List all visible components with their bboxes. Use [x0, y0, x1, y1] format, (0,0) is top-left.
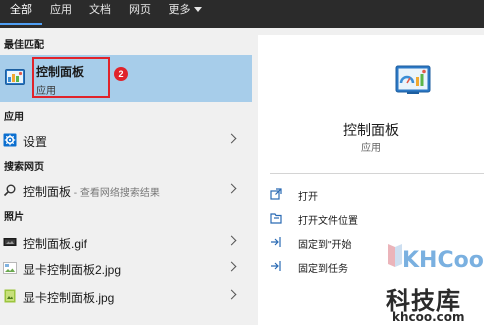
watermark-domain: khcoo.com [392, 310, 465, 324]
section-best-match: 最佳匹配 [4, 40, 44, 51]
action-label: 固定到"开始 [298, 240, 352, 251]
tab-documents[interactable]: 文档 [80, 0, 120, 28]
web-search-text: 控制面板 - 查看网络搜索结果 [23, 183, 160, 200]
image-file-icon [3, 238, 17, 246]
pin-icon [271, 237, 281, 247]
tab-apps-label: 应用 [50, 4, 72, 16]
watermark-brand: KHCoo [402, 248, 484, 273]
tab-more-label: 更多 [168, 4, 191, 16]
web-search-suffix: - 查看网络搜索结果 [71, 188, 160, 199]
chevron-right-icon[interactable] [226, 133, 237, 144]
image-file-icon [3, 262, 17, 274]
section-apps: 应用 [4, 112, 24, 123]
photo-item-label: 控制面板.gif [23, 237, 88, 251]
tab-more[interactable]: 更多 [160, 0, 210, 28]
chevron-right-icon[interactable] [226, 235, 237, 246]
highlight-box [32, 57, 110, 98]
detail-subtitle: 应用 [361, 143, 381, 154]
khcoo-watermark-logo: KHCoo 科技库 khcoo.com [386, 232, 484, 325]
tab-documents-label: 文档 [89, 4, 111, 16]
image-file-icon [4, 289, 16, 303]
action-label: 固定到任务 [298, 264, 348, 275]
chevron-right-icon[interactable] [226, 183, 237, 194]
section-web: 搜索网页 [4, 162, 44, 173]
gear-icon [3, 133, 17, 147]
photo-item-label: 显卡控制面板2.jpg [23, 263, 122, 277]
tab-all[interactable]: 全部 [0, 0, 42, 28]
chevron-right-icon[interactable] [226, 261, 237, 272]
control-panel-icon [395, 65, 431, 94]
search-scope-tabs: 全部 应用 文档 网页 更多 [0, 0, 484, 28]
web-search-query: 控制面板 [23, 185, 72, 199]
divider [270, 173, 484, 174]
open-icon [270, 188, 282, 200]
pin-icon [271, 261, 281, 271]
action-label: 打开 [298, 192, 318, 203]
detail-title: 控制面板 [343, 122, 399, 138]
folder-location-icon [270, 213, 282, 224]
step-badge: 2 [114, 67, 128, 81]
tab-web-label: 网页 [129, 4, 151, 16]
photo-item[interactable]: 控制面板.gif [0, 230, 252, 254]
app-item-settings[interactable]: 设置 [0, 128, 252, 152]
tab-all-label: 全部 [10, 4, 32, 16]
web-search-item[interactable]: 控制面板 - 查看网络搜索结果 [0, 178, 252, 202]
chevron-right-icon[interactable] [226, 289, 237, 300]
photo-item[interactable]: 显卡控制面板2.jpg [0, 256, 252, 280]
search-icon [3, 184, 16, 197]
app-item-label: 设置 [23, 135, 48, 149]
action-label: 打开文件位置 [298, 216, 358, 227]
photo-item[interactable]: 显卡控制面板.jpg [0, 284, 252, 308]
tab-web[interactable]: 网页 [120, 0, 160, 28]
tab-apps[interactable]: 应用 [42, 0, 80, 28]
chevron-down-icon [193, 7, 202, 12]
photo-item-label: 显卡控制面板.jpg [23, 291, 115, 305]
section-photos: 照片 [4, 212, 24, 223]
control-panel-icon [5, 69, 25, 85]
